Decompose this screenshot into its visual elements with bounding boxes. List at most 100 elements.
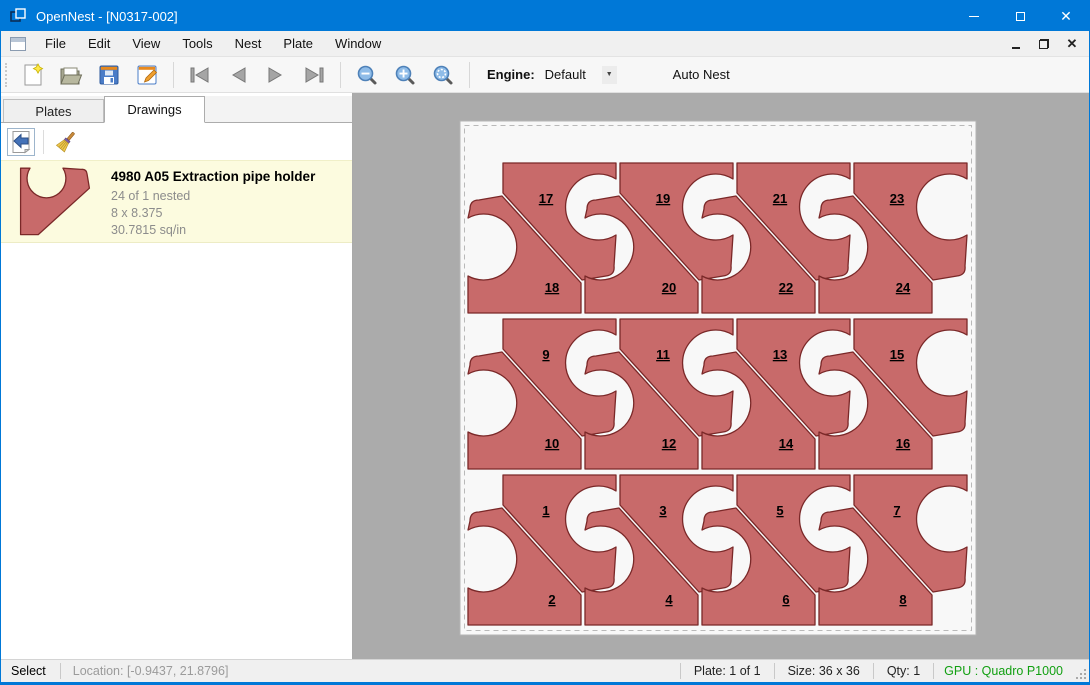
drawing-title: 4980 A05 Extraction pipe holder	[111, 169, 315, 184]
status-qty: Qty: 1	[874, 664, 933, 678]
part-label-19: 19	[656, 191, 670, 206]
panel-tabstrip: Plates Drawings	[1, 96, 352, 123]
drawing-nested-count: 24 of 1 nested	[111, 188, 315, 205]
next-plate-button[interactable]	[262, 61, 290, 89]
save-icon	[98, 64, 120, 86]
part-label-23: 23	[890, 191, 904, 206]
status-gpu: GPU : Quadro P1000	[934, 664, 1073, 678]
part-label-6: 6	[782, 592, 789, 607]
part-thumbnail	[15, 167, 95, 237]
nest-svg: 171819202122232491011121314151612345678	[353, 93, 1089, 659]
part-label-13: 13	[773, 347, 787, 362]
import-drawing-button[interactable]	[7, 128, 35, 156]
nest-canvas[interactable]: 171819202122232491011121314151612345678	[353, 93, 1089, 659]
status-location: Location: [-0.9437, 21.8796]	[61, 664, 241, 678]
open-folder-icon	[59, 64, 83, 86]
toolbar-separator	[469, 62, 470, 88]
zoom-out-icon	[356, 64, 378, 86]
maximize-button[interactable]	[997, 1, 1043, 31]
drawing-area: 30.7815 sq/in	[111, 222, 315, 239]
resize-grip[interactable]	[1073, 661, 1087, 681]
toolbar-separator	[173, 62, 174, 88]
drawing-list-item[interactable]: 4980 A05 Extraction pipe holder 24 of 1 …	[1, 160, 352, 243]
part-label-22: 22	[779, 280, 793, 295]
part-label-20: 20	[662, 280, 676, 295]
status-plate: Plate: 1 of 1	[681, 664, 774, 678]
save-as-button[interactable]	[133, 61, 161, 89]
minimize-button[interactable]	[951, 1, 997, 31]
part-label-17: 17	[539, 191, 553, 206]
close-icon: ✕	[1060, 9, 1072, 23]
part-label-2: 2	[548, 592, 555, 607]
engine-value: Default	[541, 67, 602, 82]
menu-tools[interactable]: Tools	[171, 33, 223, 55]
menu-plate[interactable]: Plate	[272, 33, 324, 55]
part-label-21: 21	[773, 191, 787, 206]
toolbar-grip[interactable]	[5, 63, 8, 87]
app-window: OpenNest - [N0317-002] ✕ File Edit View …	[0, 0, 1090, 685]
menu-nest[interactable]: Nest	[224, 33, 273, 55]
last-plate-button[interactable]	[300, 61, 328, 89]
status-bar: Select Location: [-0.9437, 21.8796] Plat…	[1, 659, 1089, 684]
part-label-12: 12	[662, 436, 676, 451]
tab-plates[interactable]: Plates	[3, 99, 104, 122]
mdi-minimize-button[interactable]	[1005, 34, 1027, 54]
mdi-minimize-icon	[1012, 47, 1020, 49]
engine-select[interactable]: Default ▼	[541, 64, 617, 86]
last-arrow-icon	[302, 66, 326, 84]
clear-drawings-button[interactable]	[52, 128, 80, 156]
part-label-4: 4	[665, 592, 673, 607]
save-button[interactable]	[95, 61, 123, 89]
part-label-1: 1	[542, 503, 549, 518]
status-mode: Select	[1, 664, 60, 678]
left-panel: Plates Drawings	[1, 93, 353, 659]
app-logo-icon	[9, 7, 27, 25]
previous-arrow-icon	[226, 66, 250, 84]
save-as-icon	[136, 64, 158, 86]
first-arrow-icon	[188, 66, 212, 84]
auto-nest-button[interactable]: Auto Nest	[673, 67, 730, 82]
part-label-5: 5	[776, 503, 783, 518]
part-label-8: 8	[899, 592, 906, 607]
broom-icon	[54, 130, 78, 154]
mdi-restore-button[interactable]	[1033, 34, 1055, 54]
close-button[interactable]: ✕	[1043, 1, 1089, 31]
open-button[interactable]	[57, 61, 85, 89]
zoom-out-button[interactable]	[353, 61, 381, 89]
part-label-10: 10	[545, 436, 559, 451]
part-label-3: 3	[659, 503, 666, 518]
new-file-button[interactable]	[19, 61, 47, 89]
zoom-in-button[interactable]	[391, 61, 419, 89]
mdi-close-icon: ✕	[1067, 36, 1078, 52]
chevron-down-icon[interactable]: ▼	[602, 66, 617, 84]
zoom-in-icon	[394, 64, 416, 86]
toolbar-separator	[340, 62, 341, 88]
menu-file[interactable]: File	[34, 33, 77, 55]
zoom-fit-button[interactable]	[429, 61, 457, 89]
engine-label: Engine:	[487, 67, 535, 82]
first-plate-button[interactable]	[186, 61, 214, 89]
part-label-15: 15	[890, 347, 904, 362]
tab-drawings[interactable]: Drawings	[104, 96, 205, 123]
part-label-24: 24	[896, 280, 911, 295]
menu-edit[interactable]: Edit	[77, 33, 121, 55]
mdi-restore-icon	[1039, 39, 1049, 49]
main-toolbar: Engine: Default ▼ Auto Nest	[1, 57, 1089, 93]
zoom-fit-icon	[432, 64, 454, 86]
next-arrow-icon	[264, 66, 288, 84]
part-label-7: 7	[893, 503, 900, 518]
menu-view[interactable]: View	[121, 33, 171, 55]
maximize-icon	[1016, 12, 1025, 21]
panel-toolbar-separator	[43, 130, 44, 154]
mdi-close-button[interactable]: ✕	[1061, 34, 1083, 54]
previous-plate-button[interactable]	[224, 61, 252, 89]
part-label-16: 16	[896, 436, 910, 451]
document-window-icon[interactable]	[10, 37, 26, 51]
title-bar[interactable]: OpenNest - [N0317-002] ✕	[1, 1, 1089, 31]
part-label-11: 11	[656, 347, 670, 362]
new-file-icon	[22, 63, 44, 87]
window-title: OpenNest - [N0317-002]	[36, 9, 178, 24]
menu-window[interactable]: Window	[324, 33, 392, 55]
drawings-toolbar	[1, 124, 352, 160]
status-size: Size: 36 x 36	[775, 664, 873, 678]
